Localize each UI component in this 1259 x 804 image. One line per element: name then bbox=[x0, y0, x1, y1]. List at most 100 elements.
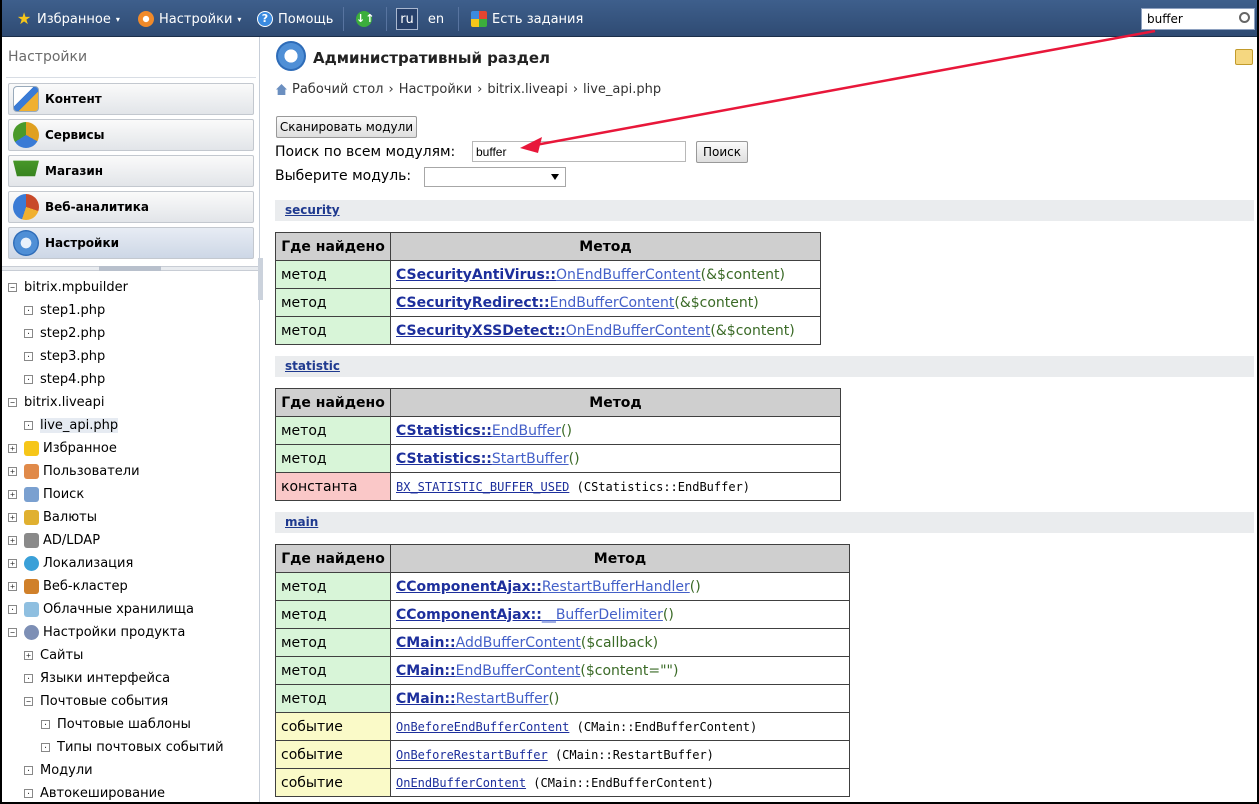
class-link[interactable]: CComponentAjax:: bbox=[396, 579, 542, 595]
tree-item[interactable]: · Автокеширование bbox=[24, 783, 165, 802]
expand-icon[interactable]: + bbox=[8, 513, 17, 522]
leaf-icon[interactable]: · bbox=[24, 352, 33, 361]
class-link[interactable]: CMain:: bbox=[396, 635, 456, 651]
menu-content-button[interactable]: Контент bbox=[8, 83, 254, 115]
method-link[interactable]: __BufferDelimiter bbox=[542, 607, 663, 623]
leaf-icon[interactable]: · bbox=[24, 375, 33, 384]
breadcrumb-item[interactable]: Рабочий стол bbox=[292, 82, 383, 97]
search-button[interactable]: Поиск bbox=[696, 141, 748, 163]
tasks-link[interactable]: Есть задания bbox=[471, 9, 583, 29]
tree-item[interactable]: − Почтовые события bbox=[24, 691, 168, 712]
tree-item[interactable]: + Валюты bbox=[8, 507, 97, 528]
menu-settings-button[interactable]: Настройки bbox=[8, 227, 254, 259]
method-link[interactable]: AddBufferContent bbox=[456, 635, 581, 651]
class-link[interactable]: CStatistics:: bbox=[396, 423, 492, 439]
tree-item[interactable]: · step3.php bbox=[24, 346, 105, 367]
content-icon bbox=[13, 86, 39, 112]
method-link[interactable]: EndBuffer bbox=[492, 423, 561, 439]
tree-item[interactable]: + Избранное bbox=[8, 438, 117, 459]
collapse-icon[interactable]: − bbox=[8, 283, 17, 292]
menu-shop-button[interactable]: Магазин bbox=[8, 155, 254, 187]
event-link[interactable]: OnBeforeEndBufferContent bbox=[396, 720, 569, 734]
expand-icon[interactable]: + bbox=[8, 467, 17, 476]
tree-item[interactable]: + Поиск bbox=[8, 484, 84, 505]
method-link[interactable]: EndBufferContent bbox=[550, 295, 675, 311]
module-link[interactable]: statistic bbox=[285, 359, 340, 373]
event-link[interactable]: OnBeforeRestartBuffer bbox=[396, 748, 548, 762]
leaf-icon[interactable]: · bbox=[24, 329, 33, 338]
leaf-icon[interactable]: · bbox=[8, 605, 17, 614]
tree-item[interactable]: + Веб-кластер bbox=[8, 576, 128, 597]
leaf-icon[interactable]: · bbox=[24, 674, 33, 683]
leaf-icon[interactable]: · bbox=[41, 720, 50, 729]
expand-icon[interactable]: + bbox=[24, 651, 33, 660]
lang-ru-button[interactable]: ru bbox=[396, 8, 418, 30]
tree-item[interactable]: · step2.php bbox=[24, 323, 105, 344]
constant-link[interactable]: BX_STATISTIC_BUFFER_USED bbox=[396, 480, 569, 494]
tree-item[interactable]: + AD/LDAP bbox=[8, 530, 100, 551]
tree-item[interactable]: · step4.php bbox=[24, 369, 105, 390]
tree-item[interactable]: · step1.php bbox=[24, 300, 105, 321]
class-link[interactable]: CSecurityRedirect:: bbox=[396, 295, 550, 311]
tree-item[interactable]: − Настройки продукта bbox=[8, 622, 185, 643]
menu-services-button[interactable]: Сервисы bbox=[8, 119, 254, 151]
tree-item[interactable]: · Типы почтовых событий bbox=[41, 737, 224, 758]
tree-item[interactable]: − bitrix.mpbuilder bbox=[8, 277, 128, 298]
tree-item[interactable]: · live_api.php bbox=[24, 415, 119, 436]
leaf-icon[interactable]: · bbox=[24, 306, 33, 315]
lang-en-button[interactable]: en bbox=[425, 8, 447, 30]
update-button[interactable]: ↓↑ bbox=[356, 9, 374, 29]
expand-icon[interactable]: + bbox=[8, 444, 17, 453]
tree-item[interactable]: + Сайты bbox=[24, 645, 83, 666]
search-icon[interactable] bbox=[1239, 12, 1250, 23]
tree-item[interactable]: − bitrix.liveapi bbox=[8, 392, 105, 413]
global-search-input[interactable] bbox=[1141, 8, 1255, 30]
tree-item[interactable]: · Почтовые шаблоны bbox=[41, 714, 191, 735]
breadcrumb-item[interactable]: Настройки bbox=[399, 82, 472, 97]
favorites-menu[interactable]: ★ Избранное ▾ bbox=[16, 9, 120, 29]
leaf-icon[interactable]: · bbox=[24, 421, 33, 430]
tree-item[interactable]: + Локализация bbox=[8, 553, 133, 574]
export-excel-icon[interactable] bbox=[1235, 49, 1253, 65]
collapse-icon[interactable]: − bbox=[8, 628, 17, 637]
splitter-grip[interactable] bbox=[99, 266, 161, 271]
method-link[interactable]: RestartBuffer bbox=[456, 691, 549, 707]
collapse-icon[interactable]: − bbox=[8, 398, 17, 407]
panel-resize-handle[interactable] bbox=[258, 258, 263, 300]
module-select[interactable] bbox=[424, 167, 566, 187]
method-link[interactable]: StartBuffer bbox=[492, 451, 569, 467]
tree-item[interactable]: · Облачные хранилища bbox=[8, 599, 194, 620]
class-link[interactable]: CSecurityAntiVirus:: bbox=[396, 267, 556, 283]
class-link[interactable]: CSecurityXSSDetect:: bbox=[396, 323, 566, 339]
breadcrumb-item[interactable]: bitrix.liveapi bbox=[487, 82, 568, 97]
scan-modules-button[interactable]: Сканировать модули bbox=[276, 116, 417, 138]
module-search-input[interactable] bbox=[472, 141, 686, 162]
module-link[interactable]: security bbox=[285, 203, 340, 217]
event-link[interactable]: OnEndBufferContent bbox=[396, 776, 526, 790]
method-link[interactable]: EndBufferContent bbox=[456, 663, 581, 679]
settings-menu[interactable]: Настройки ▾ bbox=[138, 9, 241, 29]
leaf-icon[interactable]: · bbox=[24, 766, 33, 775]
panel-splitter[interactable] bbox=[2, 266, 259, 271]
method-link[interactable]: OnEndBufferContent bbox=[566, 323, 711, 339]
method-link[interactable]: RestartBufferHandler bbox=[542, 579, 690, 595]
help-link[interactable]: ? Помощь bbox=[257, 9, 333, 29]
collapse-icon[interactable]: − bbox=[24, 697, 33, 706]
class-link[interactable]: CMain:: bbox=[396, 663, 456, 679]
leaf-icon[interactable]: · bbox=[41, 743, 50, 752]
leaf-icon[interactable]: · bbox=[24, 789, 33, 798]
expand-icon[interactable]: + bbox=[8, 536, 17, 545]
class-link[interactable]: CMain:: bbox=[396, 691, 456, 707]
toolbar-divider bbox=[386, 7, 387, 31]
module-link[interactable]: main bbox=[285, 515, 318, 529]
expand-icon[interactable]: + bbox=[8, 559, 17, 568]
tree-item[interactable]: + Пользователи bbox=[8, 461, 140, 482]
tree-item[interactable]: · Модули bbox=[24, 760, 93, 781]
expand-icon[interactable]: + bbox=[8, 582, 17, 591]
tree-item[interactable]: · Языки интерфейса bbox=[24, 668, 170, 689]
class-link[interactable]: CStatistics:: bbox=[396, 451, 492, 467]
menu-analytics-button[interactable]: Веб-аналитика bbox=[8, 191, 254, 223]
expand-icon[interactable]: + bbox=[8, 490, 17, 499]
method-link[interactable]: OnEndBufferContent bbox=[556, 267, 701, 283]
class-link[interactable]: CComponentAjax:: bbox=[396, 607, 542, 623]
